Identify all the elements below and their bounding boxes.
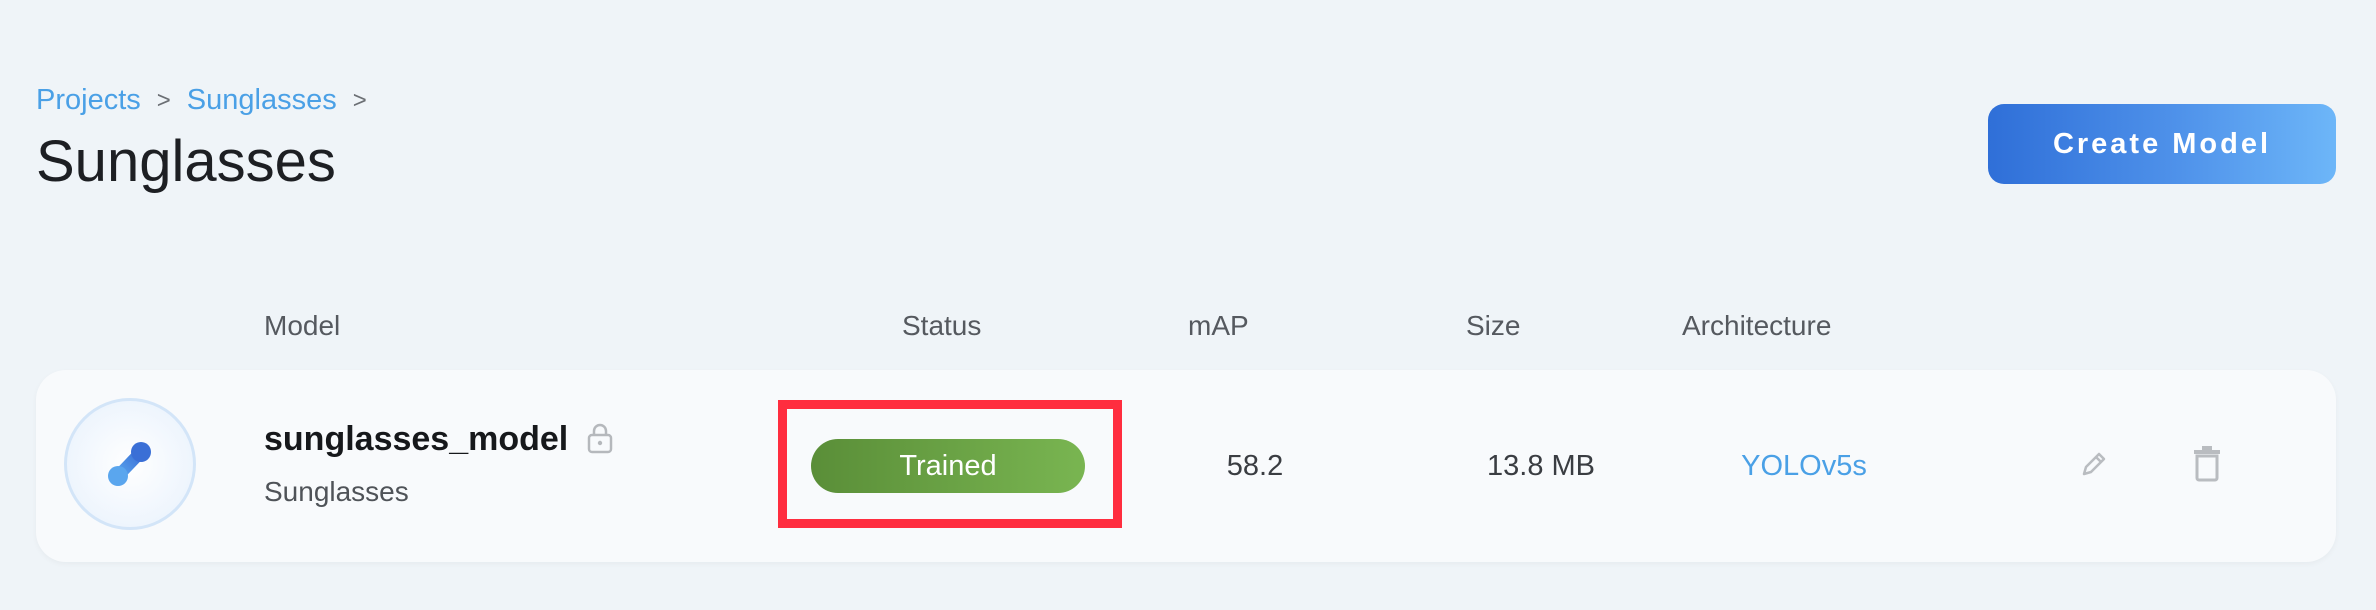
model-avatar-icon	[64, 398, 196, 530]
breadcrumb-projects[interactable]: Projects	[36, 84, 141, 117]
breadcrumb: Projects > Sunglasses >	[36, 84, 383, 117]
page: Projects > Sunglasses > Sunglasses Creat…	[0, 0, 2376, 610]
table-row[interactable]: sunglasses_model Sunglasses Trained 58.2…	[36, 370, 2336, 562]
size-value: 13.8 MB	[1487, 450, 1595, 482]
model-project-name: Sunglasses	[264, 476, 409, 507]
breadcrumb-sunglasses[interactable]: Sunglasses	[187, 84, 337, 117]
column-header-map: mAP	[1188, 310, 1249, 341]
breadcrumb-separator: >	[156, 86, 171, 114]
page-title: Sunglasses	[36, 129, 336, 194]
architecture-link[interactable]: YOLOv5s	[1654, 450, 1954, 483]
lock-icon	[586, 422, 614, 459]
edit-icon[interactable]	[2078, 448, 2110, 485]
breadcrumb-separator: >	[352, 86, 367, 114]
column-header-model: Model	[264, 310, 341, 341]
model-name[interactable]: sunglasses_model	[264, 420, 568, 459]
column-header-status: Status	[902, 310, 982, 341]
column-header-architecture: Architecture	[1682, 310, 1832, 341]
column-header-size: Size	[1466, 310, 1521, 341]
create-model-button[interactable]: Create Model	[1988, 104, 2336, 184]
trash-icon[interactable]	[2192, 444, 2222, 487]
map-value: 58.2	[1226, 450, 1284, 482]
status-badge: Trained	[811, 439, 1085, 493]
